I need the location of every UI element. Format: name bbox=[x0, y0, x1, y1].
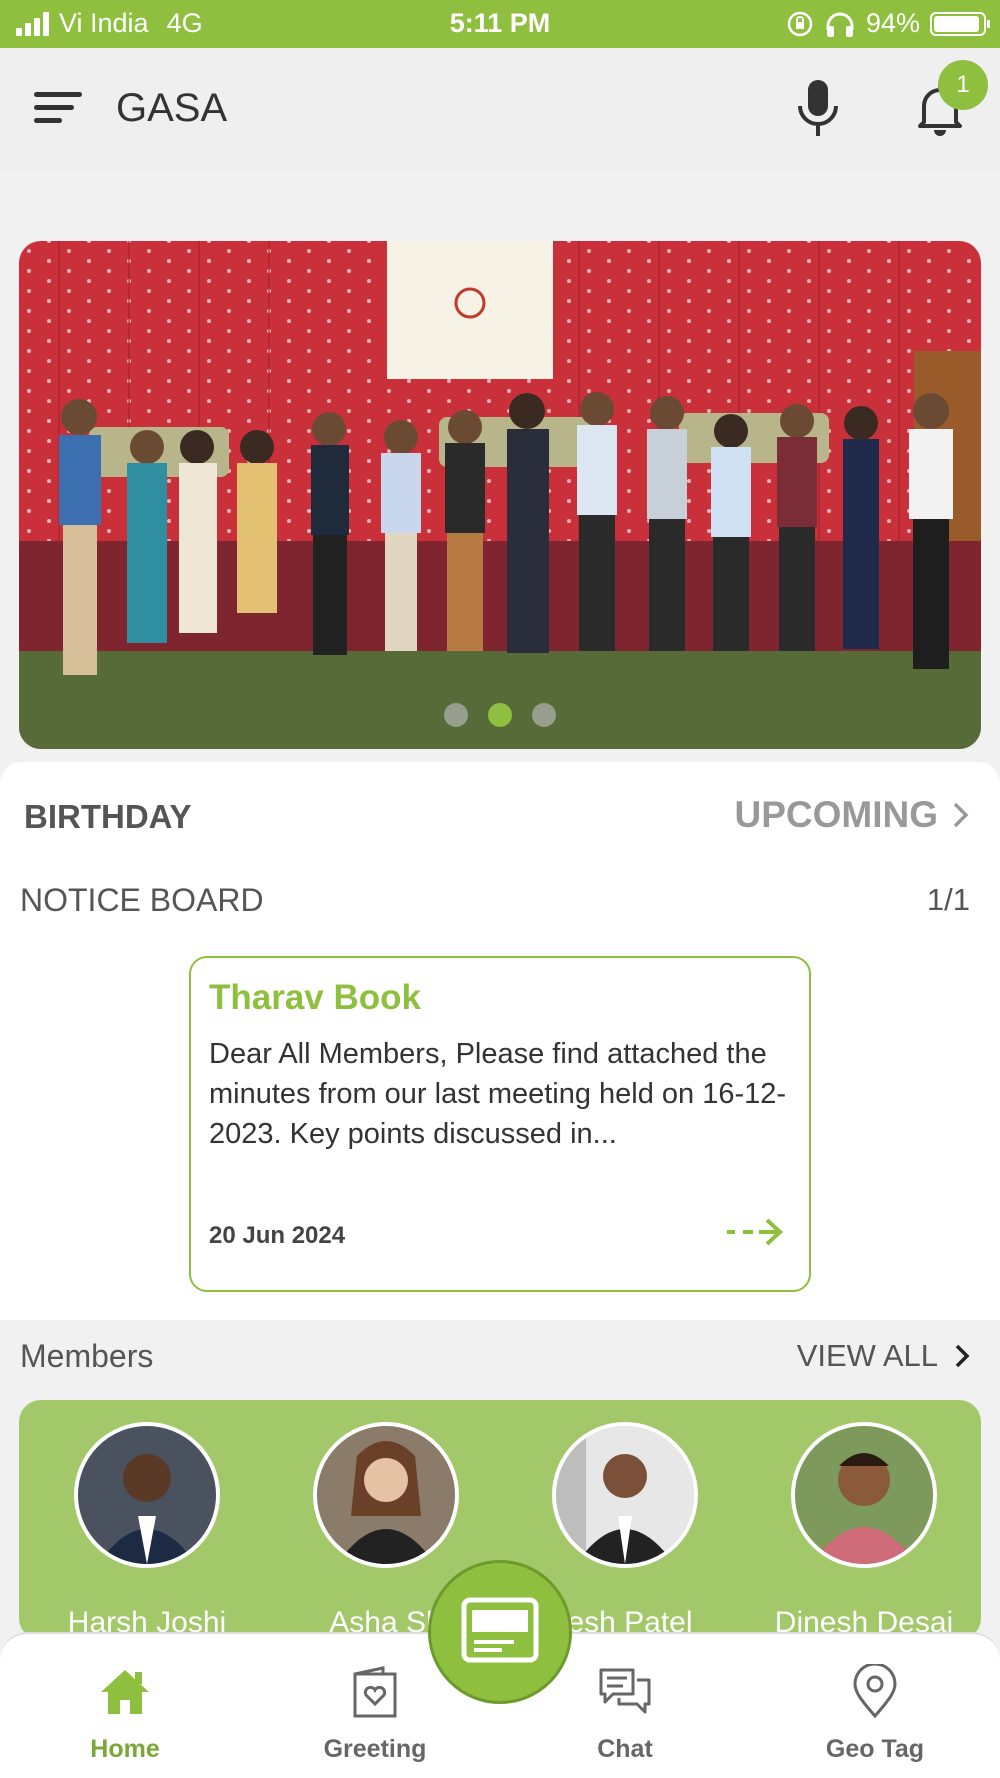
battery-percent: 94% bbox=[865, 8, 920, 38]
carousel-indicator[interactable] bbox=[19, 703, 981, 727]
avatar bbox=[74, 1422, 220, 1568]
member-card[interactable]: Harsh Joshi bbox=[47, 1422, 247, 1640]
avatar bbox=[313, 1422, 459, 1568]
avatar bbox=[552, 1422, 698, 1568]
app-title: GASA bbox=[116, 86, 228, 130]
id-card-icon bbox=[461, 1597, 539, 1663]
chevron-right-icon bbox=[953, 802, 969, 828]
notice-card[interactable]: Tharav Book Dear All Members, Please fin… bbox=[189, 956, 811, 1292]
chevron-right-icon bbox=[955, 1344, 970, 1368]
nav-geo-tag[interactable]: Geo Tag bbox=[785, 1662, 965, 1764]
microphone-icon[interactable] bbox=[790, 78, 846, 140]
upcoming-label: UPCOMING bbox=[734, 794, 939, 835]
view-all-label: VIEW ALL bbox=[796, 1338, 938, 1373]
nav-label: Greeting bbox=[323, 1735, 427, 1763]
birthday-label: BIRTHDAY bbox=[24, 798, 192, 835]
nav-label: Home bbox=[90, 1735, 160, 1763]
nav-label: Chat bbox=[597, 1735, 653, 1763]
birthday-section: BIRTHDAY UPCOMING bbox=[0, 762, 1000, 870]
members-header: Members VIEW ALL bbox=[0, 1320, 1000, 1400]
notice-title: Tharav Book bbox=[209, 978, 421, 1017]
nav-home[interactable]: Home bbox=[35, 1664, 215, 1764]
home-icon bbox=[101, 1670, 149, 1714]
carousel-dot[interactable] bbox=[488, 703, 512, 727]
carousel-dot[interactable] bbox=[532, 703, 556, 727]
battery-icon bbox=[930, 11, 990, 36]
carousel-dot[interactable] bbox=[444, 703, 468, 727]
menu-icon[interactable] bbox=[34, 92, 84, 128]
nav-label: Geo Tag bbox=[825, 1735, 925, 1763]
greeting-card-icon bbox=[353, 1666, 397, 1718]
arrow-right-icon[interactable] bbox=[725, 1212, 785, 1252]
upcoming-link[interactable]: UPCOMING bbox=[735, 794, 971, 836]
notification-badge: 1 bbox=[938, 60, 988, 110]
member-card[interactable]: Dinesh Desai bbox=[764, 1422, 964, 1640]
notice-board-section: NOTICE BOARD 1/1 Tharav Book Dear All Me… bbox=[0, 870, 1000, 1340]
view-all-link[interactable]: VIEW ALL bbox=[797, 1338, 970, 1374]
app-bar: GASA 1 bbox=[0, 48, 1000, 172]
notice-board-title: NOTICE BOARD bbox=[20, 882, 264, 918]
banner-carousel[interactable] bbox=[19, 241, 981, 749]
rotation-lock-icon bbox=[787, 11, 813, 36]
notice-date: 20 Jun 2024 bbox=[209, 1222, 346, 1249]
members-title: Members bbox=[20, 1338, 154, 1374]
id-card-button[interactable] bbox=[428, 1560, 572, 1704]
notice-body: Dear All Members, Please find attached t… bbox=[209, 1038, 787, 1150]
avatar bbox=[791, 1422, 937, 1568]
chat-icon bbox=[599, 1668, 651, 1714]
headphones-icon bbox=[826, 12, 854, 37]
banner-image bbox=[19, 241, 981, 749]
location-pin-icon bbox=[853, 1662, 897, 1719]
status-bar: Vi India 4G 5:11 PM 94% bbox=[0, 0, 1000, 48]
notice-counter: 1/1 bbox=[926, 882, 970, 917]
